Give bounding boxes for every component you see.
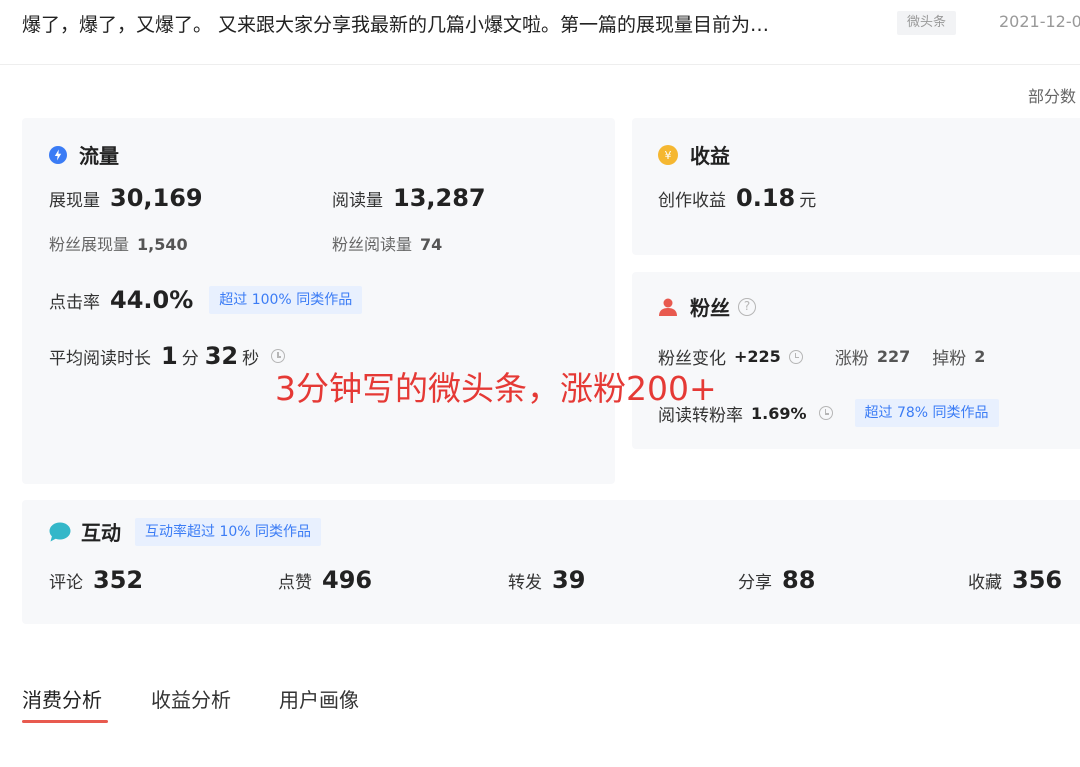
reposts-label: 转发 (508, 573, 542, 593)
favorites-stat: 收藏 356 (968, 566, 1062, 594)
impressions-stat: 展现量 30,169 (49, 184, 203, 212)
favorites-value: 356 (1012, 566, 1063, 594)
ctr-stat: 点击率 44.0% 超过 100% 同类作品 (49, 286, 363, 314)
fans-loss-label: 掉粉 (932, 349, 967, 369)
clock-icon[interactable] (818, 406, 833, 420)
overlay-caption: 3分钟写的微头条，涨粉200+ (275, 369, 717, 408)
fans-gain-label: 涨粉 (834, 349, 869, 369)
traffic-icon (49, 145, 67, 164)
user-icon (659, 298, 677, 316)
traffic-header: 流量 (49, 140, 119, 169)
shares-stat: 分享 88 (738, 566, 815, 594)
creation-income-unit: 元 (799, 191, 817, 211)
chat-bubble-icon (49, 522, 71, 541)
ctr-badge: 超过 100% 同类作品 (209, 286, 363, 314)
comments-value: 352 (93, 566, 144, 594)
post-date: 2021-12-0 (999, 12, 1080, 31)
shares-label: 分享 (738, 573, 772, 593)
partial-data-note: 部分数 (1028, 87, 1077, 106)
tab-income-analysis[interactable]: 收益分析 (151, 684, 231, 713)
avg-read-seconds: 32 (204, 342, 239, 370)
svg-text:¥: ¥ (665, 149, 672, 162)
tab-consumption-analysis[interactable]: 消费分析 (22, 684, 102, 713)
interaction-title: 互动 (81, 521, 121, 545)
clock-icon[interactable] (271, 349, 286, 363)
tab-user-profile[interactable]: 用户画像 (279, 684, 359, 713)
traffic-card: 流量 展现量 30,169 阅读量 13,287 粉丝展现量 1,540 粉丝阅… (22, 118, 615, 484)
post-title[interactable]: 爆了，爆了，又爆了。 又来跟大家分享我最新的几篇小爆文啦。第一篇的展现量目前为… (22, 10, 769, 37)
comments-label: 评论 (49, 573, 83, 593)
interaction-header: 互动 互动率超过 10% 同类作品 (49, 517, 322, 546)
interaction-card: 互动 互动率超过 10% 同类作品 评论 352 点赞 496 转发 39 分享… (22, 500, 1080, 624)
reads-value: 13,287 (393, 184, 486, 212)
reposts-value: 39 (552, 566, 586, 594)
fans-header: 粉丝 ? (658, 292, 756, 321)
creation-income-value: 0.18 (736, 184, 796, 212)
creation-income-label: 创作收益 (658, 191, 726, 211)
reads-label: 阅读量 (332, 191, 383, 211)
clock-icon[interactable] (788, 349, 803, 364)
fans-loss-value: 2 (974, 347, 986, 366)
impressions-label: 展现量 (49, 191, 100, 211)
avg-read-stat: 平均阅读时长 1 分 32 秒 (49, 342, 286, 370)
income-card: ¥ 收益 创作收益 0.18 元 (632, 118, 1080, 255)
ctr-label: 点击率 (49, 292, 100, 313)
likes-value: 496 (322, 566, 373, 594)
shares-value: 88 (782, 566, 816, 594)
fans-gain-value: 227 (876, 347, 911, 366)
fan-impressions-value: 1,540 (137, 235, 188, 254)
fan-reads-label: 粉丝阅读量 (332, 235, 413, 254)
reads-stat: 阅读量 13,287 (332, 184, 486, 212)
fans-conversion-value: 1.69% (751, 403, 807, 423)
likes-stat: 点赞 496 (278, 566, 372, 594)
fan-reads-value: 74 (420, 235, 443, 254)
ctr-value: 44.0% (110, 286, 194, 314)
header-divider (0, 64, 1080, 65)
coin-icon: ¥ (658, 144, 678, 165)
avg-read-seconds-unit: 秒 (242, 348, 260, 369)
likes-label: 点赞 (278, 573, 312, 593)
active-tab-underline (22, 720, 108, 723)
fan-impressions-stat: 粉丝展现量 1,540 (49, 231, 188, 255)
income-title: 收益 (690, 144, 730, 168)
avg-read-minutes-unit: 分 (181, 348, 199, 369)
fan-impressions-label: 粉丝展现量 (49, 235, 130, 254)
avg-read-label: 平均阅读时长 (49, 348, 151, 369)
interaction-badge: 互动率超过 10% 同类作品 (135, 517, 322, 546)
favorites-label: 收藏 (968, 573, 1002, 593)
comments-stat: 评论 352 (49, 566, 143, 594)
reposts-stat: 转发 39 (508, 566, 585, 594)
creation-income-stat: 创作收益 0.18 元 (658, 184, 816, 212)
post-type-tag: 微头条 (897, 11, 957, 35)
fans-card: 粉丝 ? 粉丝变化 +225 涨粉 227 掉粉 2 阅读转粉率 1.69% 超… (632, 272, 1080, 449)
fans-change-value: +225 (734, 347, 781, 366)
help-icon[interactable]: ? (738, 297, 756, 316)
avg-read-minutes: 1 (161, 342, 178, 370)
impressions-value: 30,169 (110, 184, 203, 212)
income-header: ¥ 收益 (658, 140, 730, 169)
fans-title: 粉丝 (690, 296, 730, 320)
fan-reads-stat: 粉丝阅读量 74 (332, 231, 442, 255)
fans-conversion-badge: 超过 78% 同类作品 (854, 399, 999, 427)
traffic-title: 流量 (79, 144, 119, 168)
